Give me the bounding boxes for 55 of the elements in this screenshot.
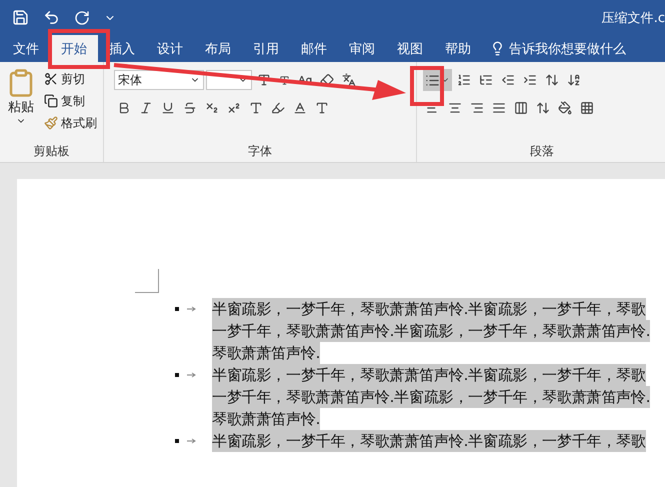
highlight-frame — [410, 66, 444, 106]
bullet-icon — [175, 439, 179, 443]
bullet-list-icon — [425, 72, 440, 88]
scissors-icon — [44, 72, 58, 86]
ribbon-tab[interactable]: 邮件 — [290, 35, 338, 62]
italic-icon[interactable] — [139, 101, 153, 115]
tab-mark-icon — [187, 306, 196, 312]
align-center-icon[interactable] — [448, 101, 462, 115]
tab-mark-icon — [187, 438, 196, 444]
subscript-icon[interactable] — [205, 101, 219, 115]
ribbon-tab[interactable]: 视图 — [386, 35, 434, 62]
ribbon-tab[interactable]: 布局 — [194, 35, 242, 62]
multilevel-list-icon[interactable] — [479, 73, 493, 87]
bold-icon[interactable] — [117, 101, 131, 115]
ribbon-tab[interactable]: 开始 — [50, 35, 98, 62]
bullet-icon — [175, 307, 179, 311]
tab-mark-icon — [187, 372, 196, 378]
copy-icon — [44, 94, 58, 108]
lightbulb-icon — [490, 41, 505, 56]
copy-button[interactable]: 复制 — [42, 90, 99, 112]
highlighter-icon[interactable] — [271, 101, 285, 115]
strikethrough-icon[interactable] — [183, 101, 197, 115]
ribbon-tab[interactable]: 审阅 — [338, 35, 386, 62]
superscript-icon[interactable] — [227, 101, 241, 115]
window-title: 压缩文件.c — [602, 10, 665, 26]
sort-icon[interactable] — [567, 73, 581, 87]
group-label: 段落 — [529, 143, 555, 160]
font-name-field[interactable]: 宋体 — [114, 70, 204, 90]
save-icon[interactable] — [12, 9, 29, 26]
align-right-icon[interactable] — [470, 101, 484, 115]
tell-me-button[interactable]: 告诉我你想要做什么 — [486, 35, 630, 62]
ribbon-tab[interactable]: 帮助 — [434, 35, 482, 62]
format-painter-button[interactable]: 格式刷 — [42, 112, 99, 134]
increase-indent-icon[interactable] — [523, 73, 537, 87]
ribbon-tab[interactable]: 引用 — [242, 35, 290, 62]
underline-icon[interactable] — [161, 101, 175, 115]
decrease-indent-icon[interactable] — [501, 73, 515, 87]
ribbon-tab[interactable]: 设计 — [146, 35, 194, 62]
bullet-icon — [175, 373, 179, 377]
ribbon-tab[interactable]: 插入 — [98, 35, 146, 62]
paintbrush-icon — [44, 116, 58, 130]
borders-icon[interactable] — [580, 101, 594, 115]
font-color-icon[interactable] — [293, 101, 307, 115]
ribbon-tab[interactable]: 文件 — [2, 35, 50, 62]
redo-icon[interactable] — [74, 10, 90, 26]
undo-icon[interactable] — [43, 9, 60, 26]
paste-button[interactable]: 粘贴 — [4, 68, 38, 142]
shading-icon[interactable] — [558, 101, 572, 115]
numbering-icon[interactable] — [457, 73, 471, 87]
margin-corner-mark — [135, 269, 159, 293]
group-label: 字体 — [247, 143, 273, 160]
cut-button[interactable]: 剪切 — [42, 68, 99, 90]
highlight-frame — [48, 29, 110, 69]
group-label: 剪贴板 — [32, 143, 70, 160]
justify-icon[interactable] — [492, 101, 506, 115]
